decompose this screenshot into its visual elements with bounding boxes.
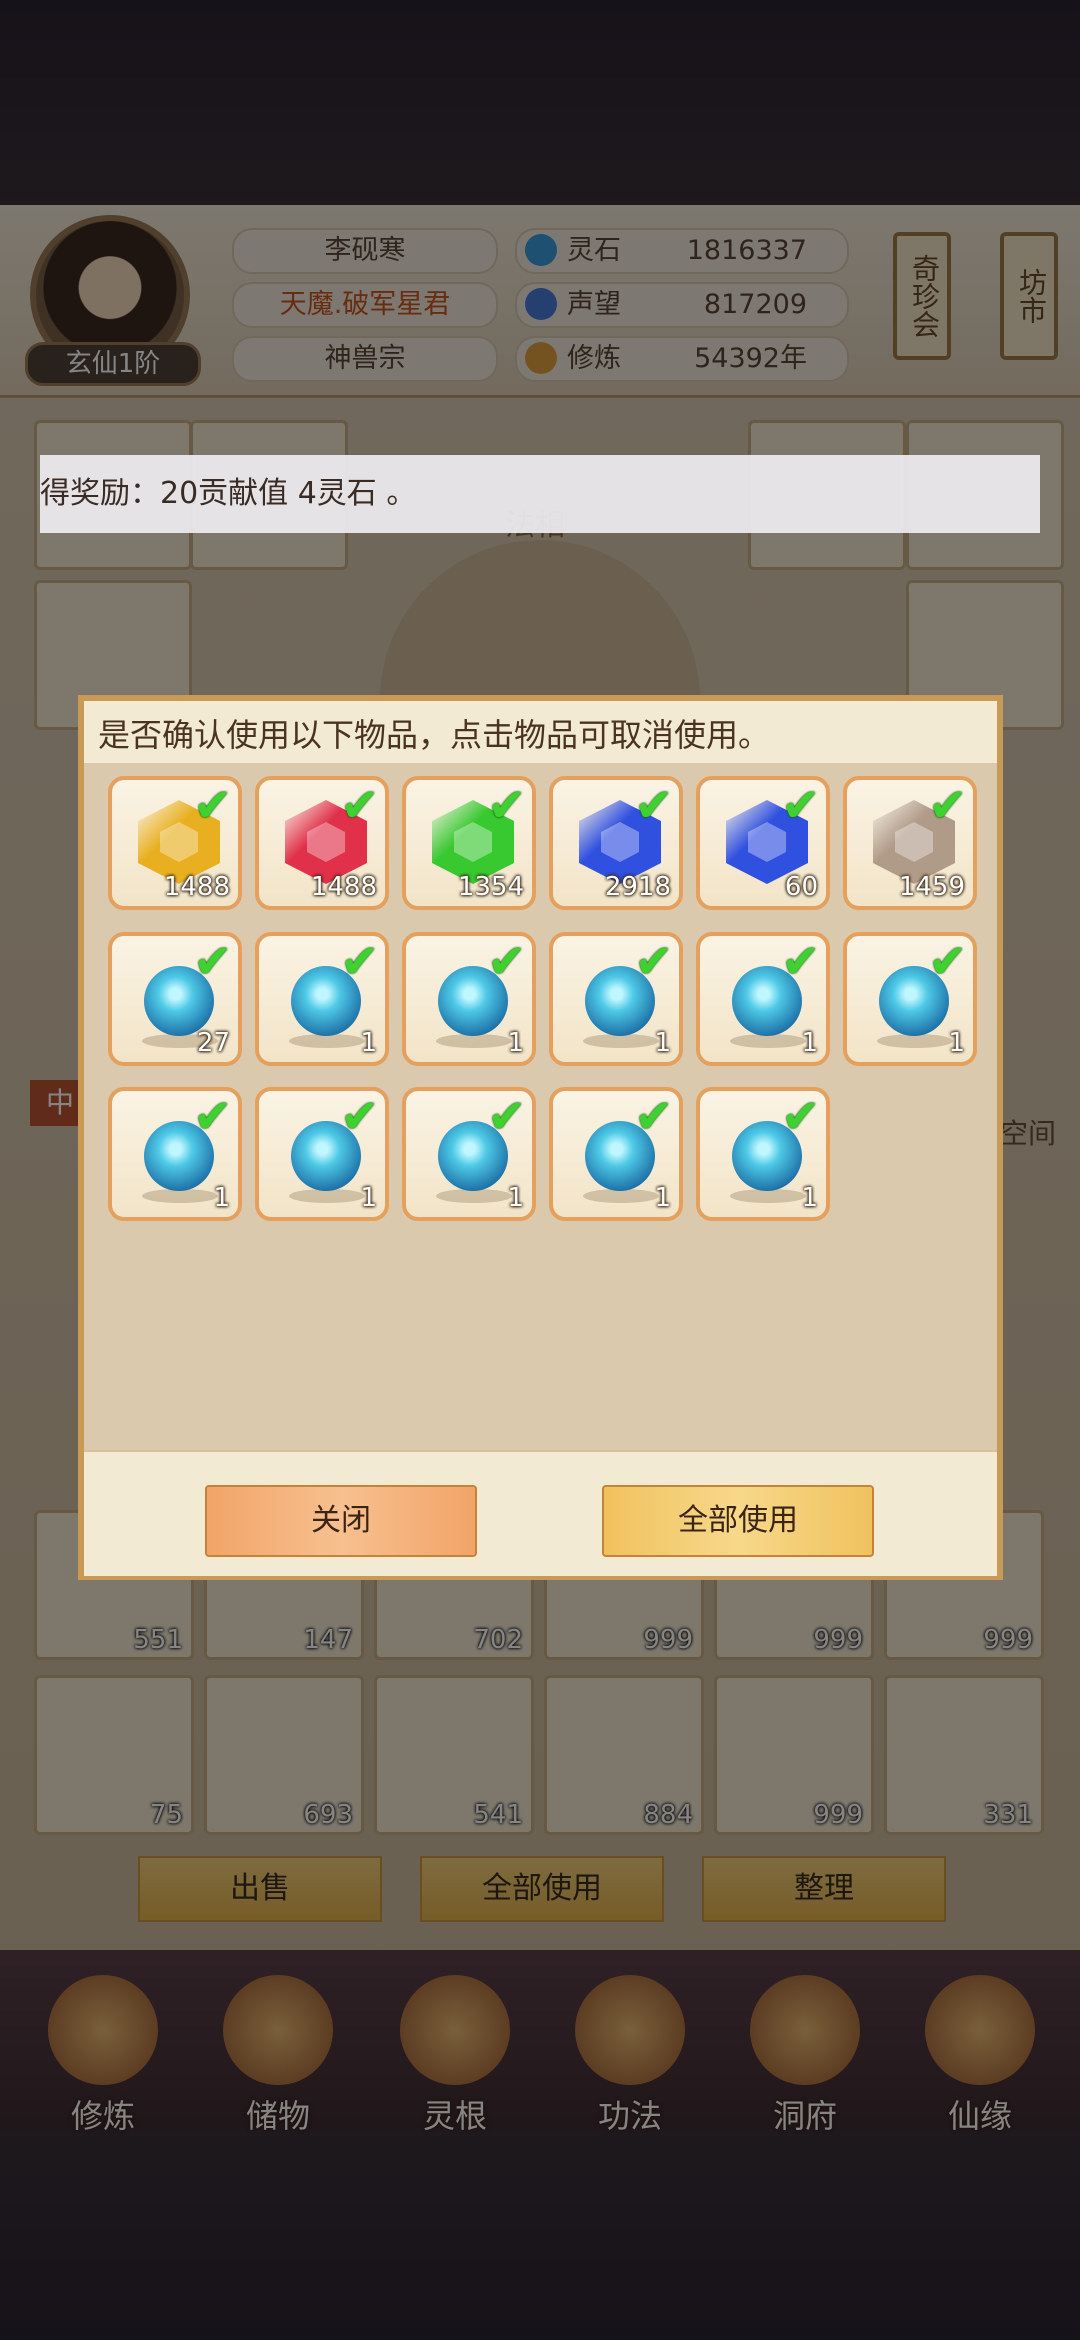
- item-count: 1: [360, 1028, 377, 1058]
- orb-shadow: [289, 1034, 365, 1048]
- item-count: 1: [801, 1183, 818, 1213]
- orb-shadow: [583, 1189, 659, 1203]
- item-count: 1488: [310, 872, 377, 902]
- orb-item-slot[interactable]: ✔ 1: [255, 932, 389, 1066]
- item-count: 1488: [163, 872, 230, 902]
- checkmark-icon: ✔: [781, 1089, 820, 1143]
- orb-item-slot[interactable]: ✔ 1: [108, 1087, 242, 1221]
- checkmark-icon: ✔: [634, 1089, 673, 1143]
- gem-item-slot[interactable]: ✔ 2918: [549, 776, 683, 910]
- close-button[interactable]: 关闭: [205, 1485, 477, 1557]
- item-count: 1: [801, 1028, 818, 1058]
- gem-item-slot[interactable]: ✔ 1488: [255, 776, 389, 910]
- gem-item-slot[interactable]: ✔ 60: [696, 776, 830, 910]
- orb-item-slot[interactable]: ✔ 1: [549, 1087, 683, 1221]
- gem-item-slot[interactable]: ✔ 1354: [402, 776, 536, 910]
- checkmark-icon: ✔: [193, 778, 232, 832]
- dialog-title: 是否确认使用以下物品，点击物品可取消使用。: [98, 716, 771, 754]
- orb-item-slot[interactable]: ✔ 1: [402, 1087, 536, 1221]
- orb-shadow: [289, 1189, 365, 1203]
- orb-item-slot[interactable]: ✔ 27: [108, 932, 242, 1066]
- item-count: 1: [654, 1183, 671, 1213]
- checkmark-icon: ✔: [634, 778, 673, 832]
- use-all-button[interactable]: 全部使用: [602, 1485, 874, 1557]
- orb-shadow: [877, 1034, 953, 1048]
- checkmark-icon: ✔: [928, 934, 967, 988]
- item-count: 1: [948, 1028, 965, 1058]
- checkmark-icon: ✔: [487, 1089, 526, 1143]
- checkmark-icon: ✔: [193, 1089, 232, 1143]
- orb-shadow: [142, 1189, 218, 1203]
- checkmark-icon: ✔: [781, 934, 820, 988]
- item-count: 60: [784, 872, 818, 902]
- item-count: 1354: [457, 872, 524, 902]
- reward-toast: 得奖励：20贡献值 4灵石 。: [40, 455, 1040, 533]
- item-count: 2918: [604, 872, 671, 902]
- checkmark-icon: ✔: [193, 934, 232, 988]
- item-count: 1: [654, 1028, 671, 1058]
- orb-shadow: [436, 1034, 512, 1048]
- orb-item-slot[interactable]: ✔ 1: [696, 1087, 830, 1221]
- checkmark-icon: ✔: [340, 1089, 379, 1143]
- checkmark-icon: ✔: [634, 934, 673, 988]
- item-count: 1: [213, 1183, 230, 1213]
- checkmark-icon: ✔: [781, 778, 820, 832]
- gem-item-slot[interactable]: ✔ 1488: [108, 776, 242, 910]
- orb-shadow: [730, 1189, 806, 1203]
- checkmark-icon: ✔: [340, 778, 379, 832]
- orb-shadow: [730, 1034, 806, 1048]
- orb-shadow: [436, 1189, 512, 1203]
- checkmark-icon: ✔: [928, 778, 967, 832]
- item-count: 27: [196, 1028, 230, 1058]
- orb-shadow: [583, 1034, 659, 1048]
- orb-item-slot[interactable]: ✔ 1: [255, 1087, 389, 1221]
- item-count: 1: [507, 1028, 524, 1058]
- item-count: 1: [360, 1183, 377, 1213]
- item-count: 1: [507, 1183, 524, 1213]
- orb-item-slot[interactable]: ✔ 1: [549, 932, 683, 1066]
- orb-item-slot[interactable]: ✔ 1: [696, 932, 830, 1066]
- checkmark-icon: ✔: [487, 778, 526, 832]
- checkmark-icon: ✔: [487, 934, 526, 988]
- orb-item-slot[interactable]: ✔ 1: [402, 932, 536, 1066]
- orb-item-slot[interactable]: ✔ 1: [843, 932, 977, 1066]
- item-count: 1459: [898, 872, 965, 902]
- gem-item-slot[interactable]: ✔ 1459: [843, 776, 977, 910]
- checkmark-icon: ✔: [340, 934, 379, 988]
